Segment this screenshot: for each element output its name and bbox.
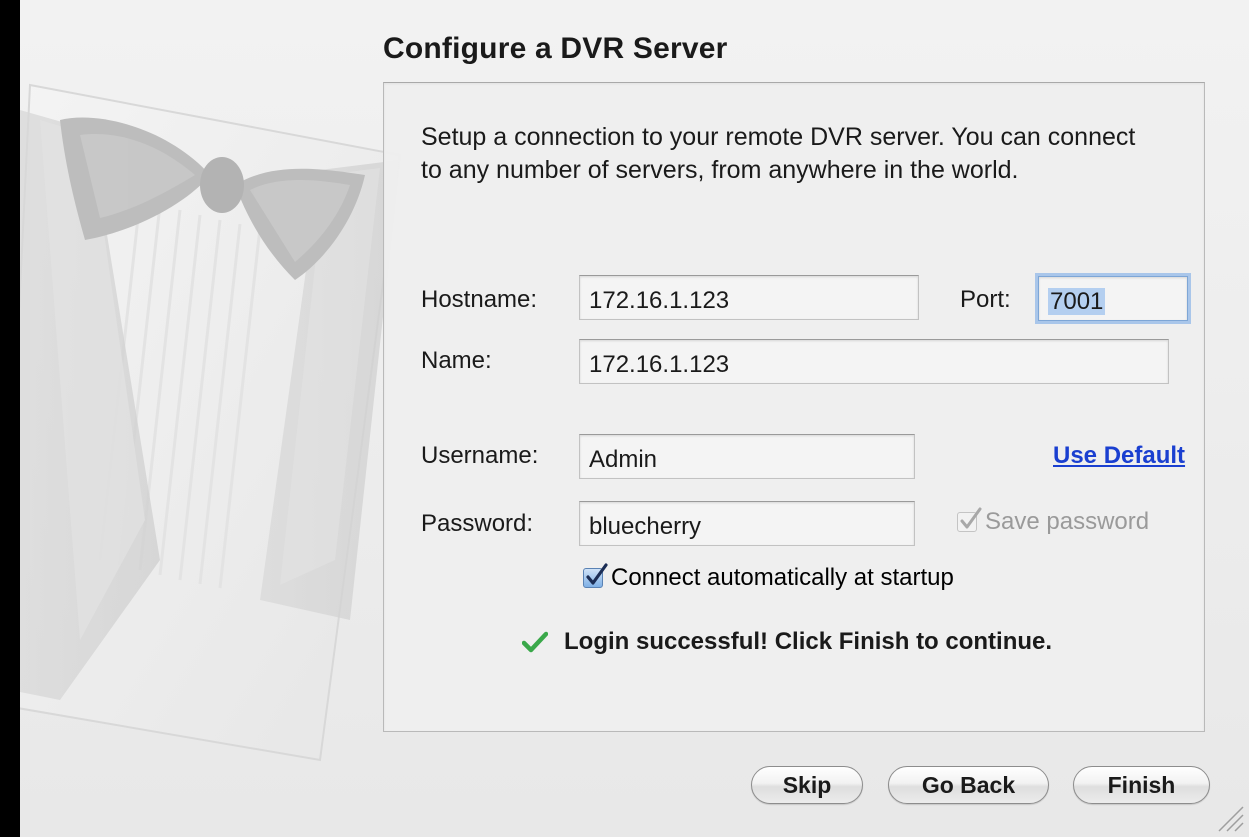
form-panel: Setup a connection to your remote DVR se… — [383, 82, 1205, 732]
name-field[interactable]: 172.16.1.123 — [579, 339, 1169, 384]
hostname-label: Hostname: — [421, 286, 538, 313]
username-field[interactable]: Admin — [579, 434, 915, 479]
finish-button[interactable]: Finish — [1073, 766, 1210, 804]
checkmark-icon — [586, 563, 608, 585]
password-field[interactable]: bluecherry — [579, 501, 915, 546]
save-password-checkbox: Save password — [957, 507, 1150, 536]
auto-connect-checkbox[interactable]: Connect automatically at startup — [583, 563, 954, 592]
checkmark-icon — [960, 507, 982, 529]
go-back-button[interactable]: Go Back — [888, 766, 1049, 804]
port-field[interactable]: 7001 — [1038, 276, 1188, 321]
dialog-description: Setup a connection to your remote DVR se… — [421, 123, 1136, 184]
save-password-checkbox-box — [957, 507, 982, 532]
username-value: Admin — [589, 446, 658, 473]
use-default-link[interactable]: Use Default — [1053, 442, 1185, 470]
password-label: Password: — [421, 510, 534, 537]
hostname-value: 172.16.1.123 — [589, 287, 730, 314]
name-value: 172.16.1.123 — [589, 351, 730, 378]
save-password-label: Save password — [985, 508, 1150, 535]
port-label: Port: — [960, 286, 1011, 313]
hostname-field[interactable]: 172.16.1.123 — [579, 275, 919, 320]
port-value: 7001 — [1048, 288, 1106, 315]
login-status: Login successful! Click Finish to contin… — [522, 628, 1052, 656]
success-check-icon — [522, 631, 548, 653]
dialog-title: Configure a DVR Server — [383, 32, 728, 65]
password-value: bluecherry — [589, 513, 702, 540]
status-message: Login successful! Click Finish to contin… — [564, 628, 1053, 655]
auto-connect-label: Connect automatically at startup — [611, 564, 954, 591]
configure-dvr-window: Configure a DVR Server Setup a connectio… — [20, 0, 1249, 837]
resize-grip-icon[interactable] — [1213, 801, 1245, 833]
username-label: Username: — [421, 442, 539, 469]
skip-button[interactable]: Skip — [751, 766, 863, 804]
auto-connect-checkbox-box[interactable] — [583, 563, 608, 588]
name-label: Name: — [421, 347, 492, 374]
